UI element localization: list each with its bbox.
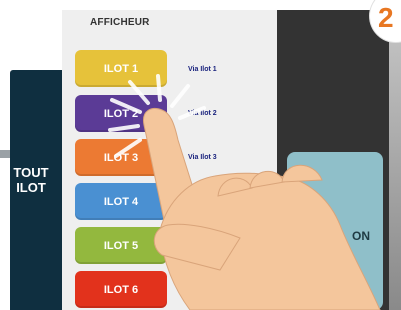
hand-overlay	[108, 74, 381, 310]
step-number: 2	[378, 2, 394, 33]
screen: TOUT ILOT AFFICHEUR ILOT 1 ILOT 2 ILOT 3…	[0, 0, 401, 310]
hand-icon	[143, 108, 381, 310]
